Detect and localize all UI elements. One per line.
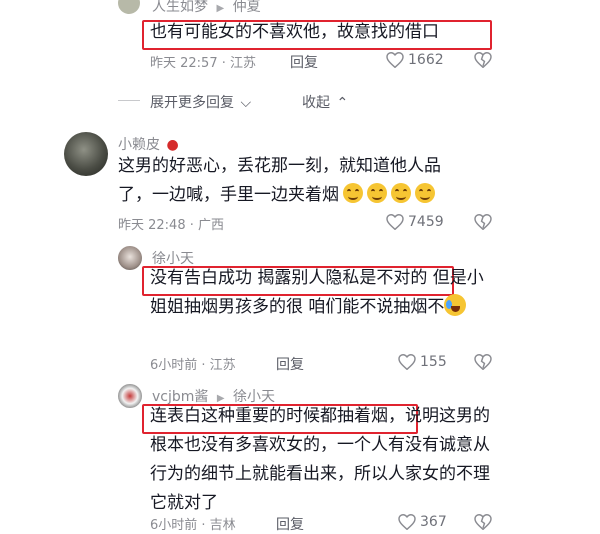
avatar[interactable]	[118, 0, 140, 14]
reply-text: 没有告白成功 揭露别人隐私是不对的 但是小姐姐抽烟男孩多的很 咱们能不说抽烟不	[150, 268, 484, 317]
heart-icon[interactable]	[386, 51, 404, 72]
strawberry-icon: ●	[166, 137, 179, 153]
chevron-down-icon: ⌵	[240, 95, 252, 111]
divider	[118, 100, 140, 101]
smile-emoji-icon	[367, 183, 387, 203]
comment-text: 这男的好恶心，丢花那一刻，就知道他人品了，一边喊，手里一边夹着烟	[118, 156, 441, 205]
expand-more-replies[interactable]: 展开更多回复 ⌵	[150, 92, 251, 112]
comment-text: 也有可能女的不喜欢他，故意找的借口	[150, 22, 439, 42]
smile-emoji-icon	[343, 183, 363, 203]
reply-button[interactable]: 回复	[276, 514, 304, 534]
like-count: 1662	[408, 52, 444, 68]
chevron-up-icon: ⌃	[336, 95, 349, 111]
comment-username[interactable]: 小赖皮 ●	[118, 134, 179, 154]
username[interactable]: 人生如梦	[152, 0, 208, 15]
reply-arrow-icon: ▶	[216, 3, 225, 14]
reply-to-username[interactable]: 仲夏	[233, 0, 261, 15]
comment-time-location: 昨天 22:57 · 江苏	[150, 56, 256, 71]
heart-icon[interactable]	[398, 513, 416, 534]
crying-laughing-emoji-icon	[444, 294, 467, 316]
like-count: 367	[420, 514, 447, 530]
smile-emoji-icon	[391, 183, 411, 203]
avatar[interactable]	[118, 384, 142, 408]
reply-text: 连表白这种重要的时候都抽着烟，说明这男的根本也没有多喜欢女的，一个人有没有诚意从…	[150, 406, 490, 513]
heart-icon[interactable]	[398, 353, 416, 374]
comment-time-location: 昨天 22:48 · 广西	[118, 218, 224, 233]
dislike-icon[interactable]	[474, 353, 492, 374]
reply-time-location: 6小时前 · 吉林	[150, 518, 236, 533]
reply-time-location: 6小时前 · 江苏	[150, 358, 236, 373]
avatar[interactable]	[118, 246, 142, 270]
reply-button[interactable]: 回复	[290, 52, 318, 72]
like-count: 155	[420, 354, 447, 370]
heart-icon[interactable]	[386, 213, 404, 234]
dislike-icon[interactable]	[474, 513, 492, 534]
dislike-icon[interactable]	[474, 51, 492, 72]
like-count: 7459	[408, 214, 444, 230]
avatar[interactable]	[64, 132, 108, 176]
smile-emoji-icon	[415, 183, 435, 203]
dislike-icon[interactable]	[474, 213, 492, 234]
collapse-replies[interactable]: 收起 ⌃	[302, 92, 348, 112]
reply-button[interactable]: 回复	[276, 354, 304, 374]
reply-username-line: 人生如梦 ▶ 仲夏	[152, 0, 261, 16]
